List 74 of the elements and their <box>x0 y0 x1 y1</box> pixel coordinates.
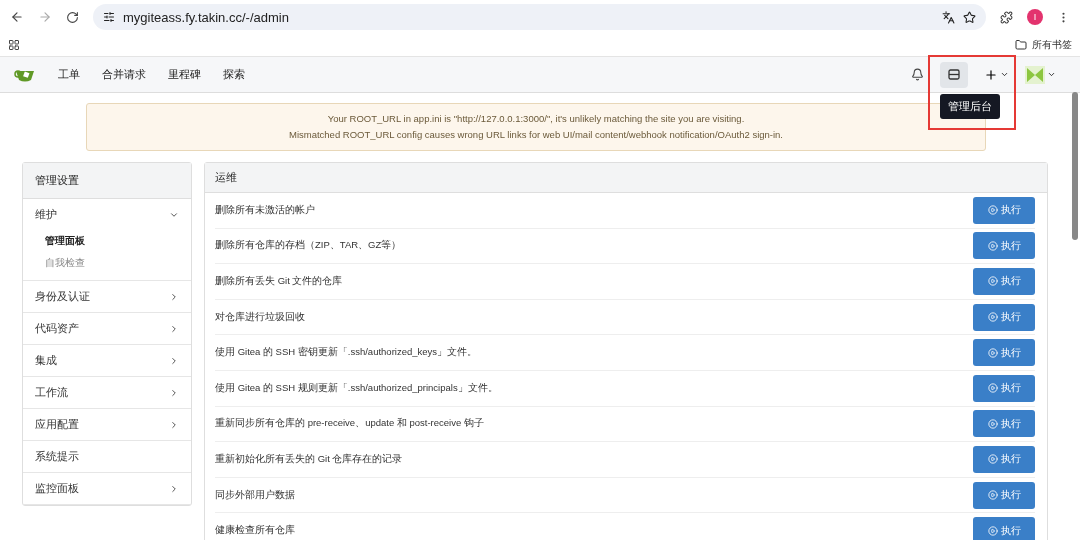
run-button[interactable]: 执行 <box>973 410 1035 438</box>
nav-link[interactable]: 里程碑 <box>168 67 201 82</box>
chevron-right-icon[interactable] <box>169 387 179 398</box>
folder-icon[interactable] <box>1015 39 1027 51</box>
play-icon <box>987 240 998 251</box>
extensions-icon[interactable] <box>1000 10 1013 24</box>
star-icon[interactable] <box>963 10 976 24</box>
nav-link[interactable]: 合并请求 <box>102 67 146 82</box>
run-button[interactable]: 执行 <box>973 481 1035 509</box>
caret-icon[interactable] <box>1047 70 1056 79</box>
play-icon <box>987 418 998 429</box>
translate-icon[interactable] <box>942 10 955 24</box>
run-button[interactable]: 执行 <box>973 232 1035 260</box>
chevron-right-icon[interactable] <box>169 419 179 430</box>
chevron-right-icon[interactable] <box>169 291 179 302</box>
bookmarks-folder[interactable]: 所有书签 <box>1015 38 1072 52</box>
chevron-right-icon[interactable] <box>169 323 179 334</box>
run-button[interactable]: 执行 <box>973 445 1035 473</box>
play-icon <box>987 490 998 501</box>
sidebar-item[interactable]: 监控面板 <box>23 473 191 504</box>
run-button[interactable]: 执行 <box>973 339 1035 367</box>
sidebar-item[interactable]: 工作流 <box>23 377 191 408</box>
task-label: 重新同步所有仓库的 pre-receive、update 和 post-receive 钩子 <box>215 417 484 431</box>
site-settings-icon[interactable] <box>103 11 115 23</box>
task-label: 健康检查所有仓库 <box>215 524 295 538</box>
sidebar-item[interactable]: 应用配置 <box>23 409 191 440</box>
sidebar-item[interactable]: 集成 <box>23 345 191 376</box>
run-button[interactable]: 执行 <box>973 303 1035 331</box>
run-button[interactable]: 执行 <box>973 268 1035 295</box>
task-label: 删除所有丢失 Git 文件的仓库 <box>215 275 343 288</box>
play-icon <box>987 205 998 216</box>
task-label: 使用 Gitea 的 SSH 规则更新「.ssh/authorized_principals」文件。 <box>215 381 498 395</box>
play-icon <box>987 312 998 323</box>
tooltip: 管理后台 <box>940 93 1000 119</box>
play-icon <box>987 347 998 358</box>
sidebar-item[interactable]: 代码资产 <box>23 313 191 344</box>
nav-link[interactable]: 工单 <box>58 67 80 82</box>
play-icon <box>987 383 998 394</box>
run-button[interactable]: 执行 <box>973 196 1035 224</box>
bell-icon[interactable] <box>911 68 924 81</box>
task-label: 使用 Gitea 的 SSH 密钥更新「.ssh/authorized_keys」文件。 <box>215 346 478 360</box>
play-icon <box>987 525 998 536</box>
plus-icon[interactable] <box>984 67 998 82</box>
sidebar-subitem[interactable]: 管理面板 <box>23 230 191 252</box>
reload-icon[interactable] <box>66 10 79 24</box>
sidebar-item[interactable]: 系统提示 <box>23 441 191 472</box>
server-icon[interactable] <box>948 69 960 80</box>
scrollbar[interactable] <box>1072 92 1078 240</box>
logo-icon[interactable] <box>14 67 36 82</box>
create-menu[interactable] <box>984 67 1009 82</box>
nav-link[interactable]: 探索 <box>223 67 245 82</box>
task-label: 重新初始化所有丢失的 Git 仓库存在的记录 <box>215 452 403 466</box>
sidebar-item[interactable]: 身份及认证 <box>23 281 191 312</box>
profile-avatar[interactable]: I <box>1027 9 1043 25</box>
task-label: 删除所有仓库的存档（ZIP、TAR、GZ等） <box>215 239 402 253</box>
task-label: 同步外部用户数据 <box>215 488 295 502</box>
play-icon <box>987 276 998 287</box>
run-button[interactable]: 执行 <box>973 374 1035 402</box>
chevron-right-icon[interactable] <box>169 483 179 494</box>
address-bar[interactable]: mygiteass.fy.takin.cc/-/admin <box>93 4 986 30</box>
run-button[interactable]: 执行 <box>973 517 1035 540</box>
warning-text: Your ROOT_URL in app.ini is "http://127.0.0.1:3000/", it's unlikely matching the site you are visiting. <box>326 112 746 126</box>
play-icon <box>987 454 998 465</box>
sidebar-subitem[interactable]: 自我检查 <box>23 252 191 274</box>
caret-icon[interactable] <box>1000 70 1009 79</box>
sidebar-title: 管理设置 <box>23 163 191 199</box>
chevron-right-icon[interactable] <box>169 355 179 366</box>
sidebar-item[interactable]: 维护 <box>23 199 191 230</box>
apps-icon[interactable] <box>8 39 20 51</box>
task-label: 删除所有未激活的帐户 <box>215 203 315 217</box>
task-label: 对仓库进行垃圾回收 <box>215 310 305 324</box>
warning-text: Mismatched ROOT_URL config causes wrong URL links for web UI/mail content/webhook notification/OAuth2 sign-in. <box>287 128 784 142</box>
panel-title: 运维 <box>205 163 1047 193</box>
back-icon[interactable] <box>10 10 24 24</box>
